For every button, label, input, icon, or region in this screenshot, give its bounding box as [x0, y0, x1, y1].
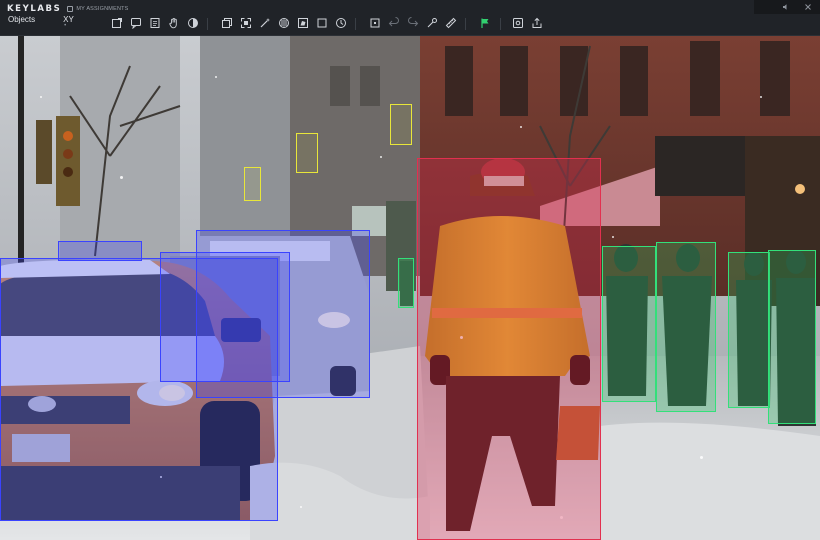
- my-assignments-link[interactable]: MY ASSIGNMENTS: [67, 5, 129, 12]
- clock-icon[interactable]: [334, 16, 348, 30]
- annotation-pedestrian[interactable]: [398, 258, 414, 308]
- toolbar-divider: [355, 18, 356, 30]
- window-controls: [754, 0, 820, 14]
- top-toolbar: KEYLABS MY ASSIGNMENTS Objects XY: [0, 0, 820, 36]
- tool-strip: [0, 16, 820, 32]
- export-icon[interactable]: [530, 16, 544, 30]
- annotation-pedestrian[interactable]: [768, 250, 816, 424]
- toolbar-divider: [207, 18, 208, 30]
- ruler-icon[interactable]: [444, 16, 458, 30]
- annotation-person[interactable]: [417, 158, 601, 540]
- polygon-icon[interactable]: [296, 16, 310, 30]
- toolbar-divider: [500, 18, 501, 30]
- comment-icon[interactable]: [129, 16, 143, 30]
- brand: KEYLABS MY ASSIGNMENTS: [7, 3, 129, 14]
- bounding-box-icon[interactable]: [368, 16, 382, 30]
- speaker-icon[interactable]: [782, 3, 790, 11]
- close-icon[interactable]: [804, 3, 812, 11]
- annotation-pedestrian[interactable]: [656, 242, 716, 412]
- hand-icon[interactable]: [167, 16, 181, 30]
- copy-layer-icon[interactable]: [220, 16, 234, 30]
- frame-icon[interactable]: [110, 16, 124, 30]
- smart-tool-icon[interactable]: [425, 16, 439, 30]
- my-assignments-label: MY ASSIGNMENTS: [76, 5, 129, 12]
- image-canvas[interactable]: [0, 36, 820, 540]
- annotation-traffic-light[interactable]: [390, 104, 412, 145]
- pattern-icon[interactable]: [277, 16, 291, 30]
- annotation-pedestrian[interactable]: [602, 246, 656, 402]
- document-icon[interactable]: [148, 16, 162, 30]
- annotation-car[interactable]: [0, 258, 278, 521]
- settings-icon[interactable]: [511, 16, 525, 30]
- square-icon[interactable]: [315, 16, 329, 30]
- toolbar-divider: [465, 18, 466, 30]
- annotation-traffic-light[interactable]: [244, 167, 261, 201]
- contrast-icon[interactable]: [186, 16, 200, 30]
- flag-icon[interactable]: [478, 16, 492, 30]
- annotation-traffic-light[interactable]: [296, 133, 318, 173]
- annotation-pedestrian[interactable]: [728, 252, 770, 408]
- redo-icon[interactable]: [406, 16, 420, 30]
- magic-icon[interactable]: [258, 16, 272, 30]
- undo-icon[interactable]: [387, 16, 401, 30]
- expand-icon[interactable]: [239, 16, 253, 30]
- app-logo: KEYLABS: [7, 3, 62, 14]
- assignments-icon: [67, 5, 74, 12]
